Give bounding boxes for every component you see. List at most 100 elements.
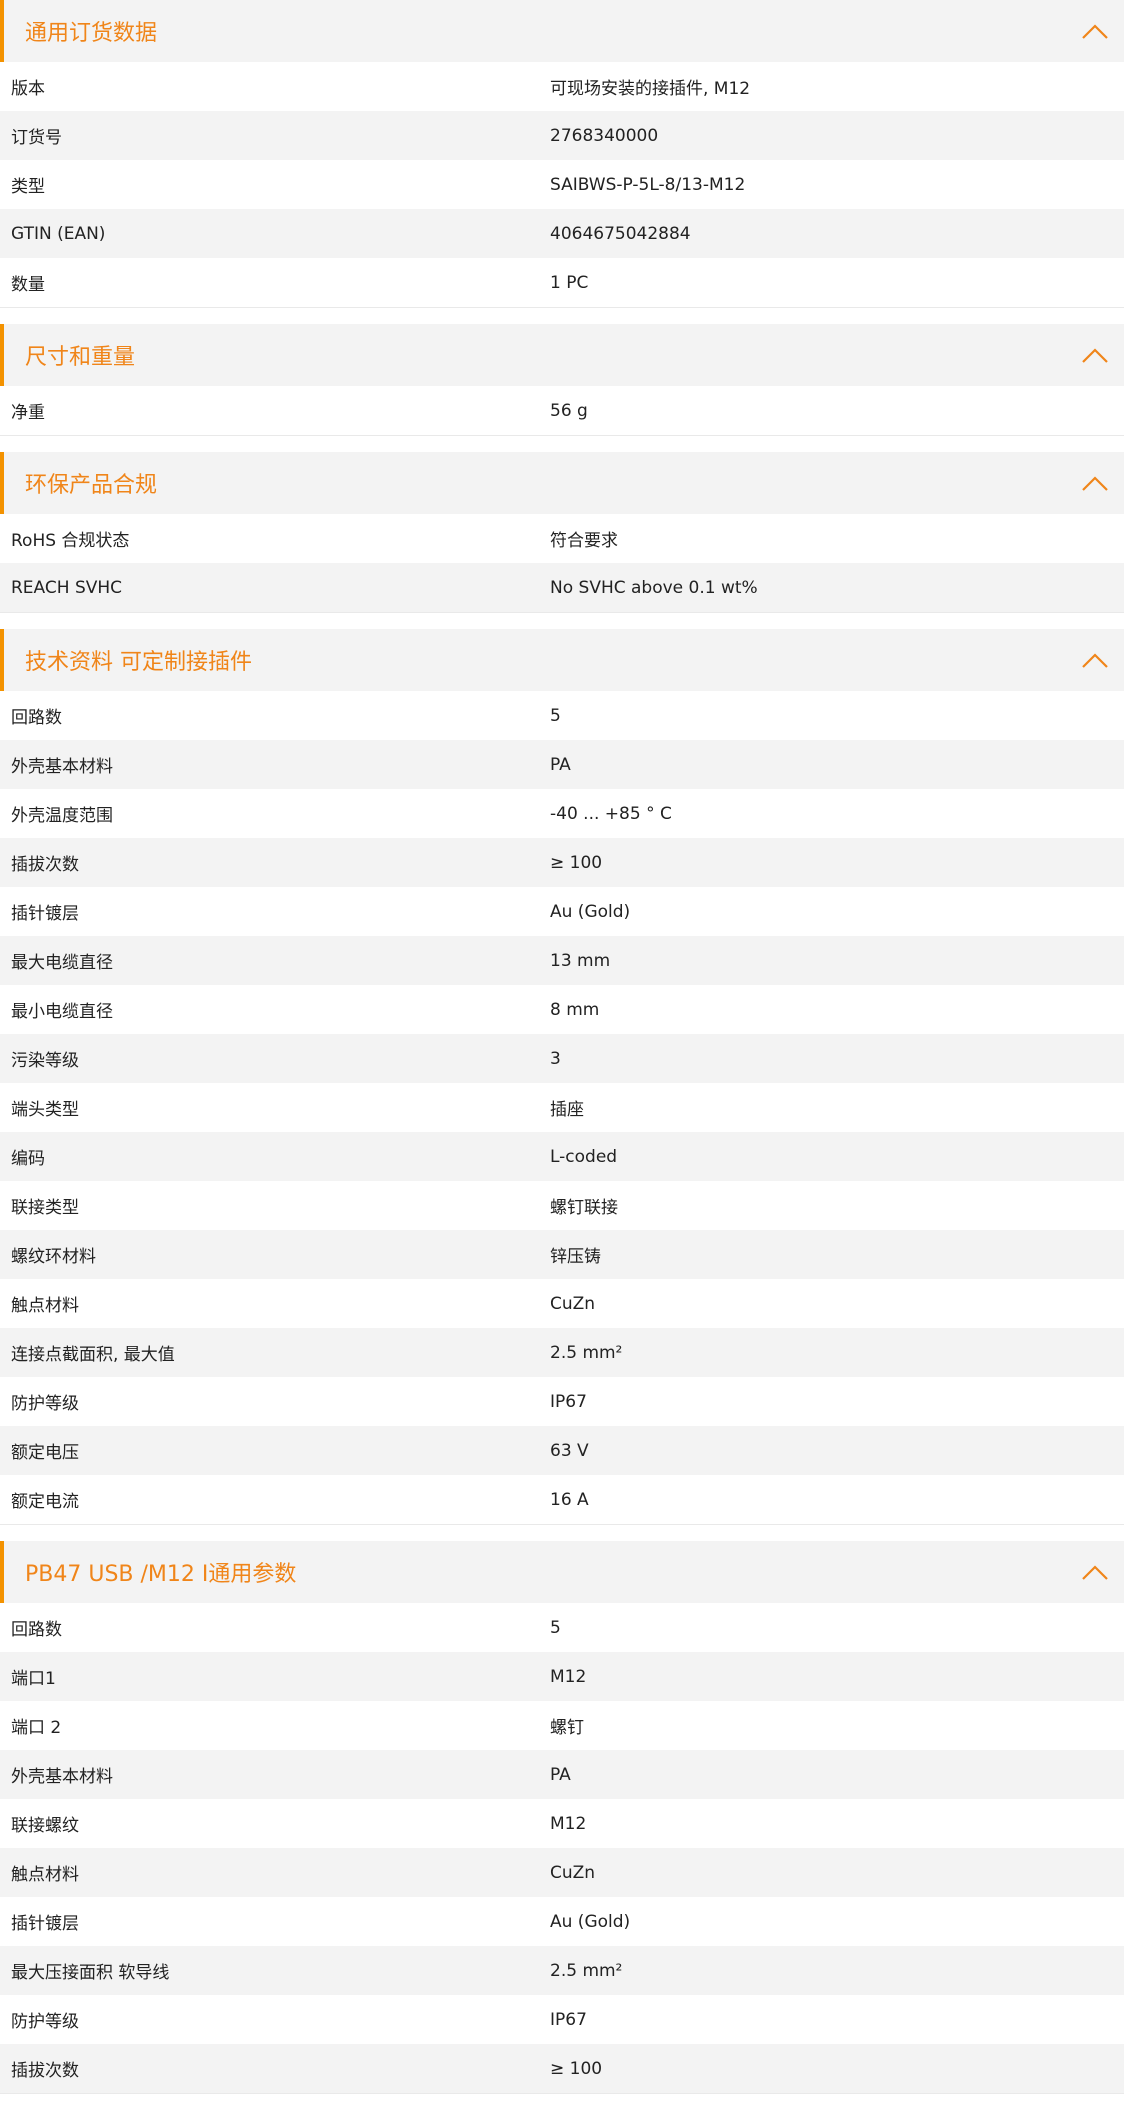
spec-label: 回路数: [11, 708, 62, 728]
spec-value: 5: [550, 705, 561, 726]
spec-value: ≥ 100: [550, 852, 603, 873]
section-title: 尺寸和重量: [25, 345, 136, 370]
spec-value: 可现场安装的接插件, M12: [550, 79, 751, 99]
spec-table: 净重 56 g: [0, 386, 1124, 436]
spec-row: 最大压接面积 软导线 2.5 mm²: [0, 1946, 1124, 1995]
section-title: 环保产品合规: [25, 473, 158, 498]
spec-label: 额定电压: [11, 1443, 79, 1463]
spec-row: 外壳基本材料 PA: [0, 740, 1124, 789]
spec-row: 插针镀层 Au (Gold): [0, 1897, 1124, 1946]
spec-row: 端口 2 螺钉: [0, 1701, 1124, 1750]
section-header-toggle[interactable]: PB47 USB /M12 I通用参数: [0, 1541, 1124, 1603]
spec-value: IP67: [550, 1391, 587, 1412]
section-header-toggle[interactable]: 尺寸和重量: [0, 324, 1124, 386]
section-title: PB47 USB /M12 I通用参数: [25, 1562, 297, 1587]
spec-value: Au (Gold): [550, 1911, 631, 1932]
spec-row: GTIN (EAN) 4064675042884: [0, 209, 1124, 258]
section-header-toggle[interactable]: 环保产品合规: [0, 452, 1124, 514]
spec-row: 回路数 5: [0, 691, 1124, 740]
spec-value: L-coded: [550, 1146, 618, 1167]
spec-row: 类型 SAIBWS-P-5L-8/13-M12: [0, 160, 1124, 209]
spec-label: 螺纹环材料: [11, 1247, 96, 1267]
spec-label: 净重: [11, 403, 45, 423]
spec-label: 外壳基本材料: [11, 757, 113, 777]
spec-row: 污染等级 3: [0, 1034, 1124, 1083]
spec-label: 联接螺纹: [11, 1816, 79, 1836]
spec-value: 13 mm: [550, 950, 611, 971]
spec-label: 端口1: [11, 1669, 56, 1689]
spec-value: 8 mm: [550, 999, 600, 1020]
spec-row: 插针镀层 Au (Gold): [0, 887, 1124, 936]
spec-section: 技术资料 可定制接插件回路数 5 外壳基本材料 PA 外壳温度范围 -40 ... +85…: [0, 629, 1124, 1525]
spec-value: 2.5 mm²: [550, 1960, 623, 1981]
spec-label: RoHS 合规状态: [11, 531, 130, 551]
spec-row: 编码 L-coded: [0, 1132, 1124, 1181]
spec-table: 版本 可现场安装的接插件, M12 订货号 2768340000 类型 SAIBWS-P-…: [0, 62, 1124, 308]
spec-row: 额定电流 16 A: [0, 1475, 1124, 1524]
spec-label: 插针镀层: [11, 904, 79, 924]
chevron-up-icon[interactable]: [1080, 16, 1110, 46]
spec-row: 插拔次数 ≥ 100: [0, 2044, 1124, 2093]
spec-value: 56 g: [550, 400, 588, 421]
spec-value: CuZn: [550, 1293, 596, 1314]
spec-value: PA: [550, 754, 571, 775]
spec-section: 尺寸和重量净重 56 g: [0, 324, 1124, 436]
spec-section: 通用订货数据 版本 可现场安装的接插件, M12 订货号 2768340000 类型 SAI…: [0, 0, 1124, 308]
spec-label: 插拔次数: [11, 855, 79, 875]
spec-label: 最小电缆直径: [11, 1002, 113, 1022]
spec-table: 回路数 5 外壳基本材料 PA 外壳温度范围 -40 ... +85 ° C 插拔次数 ≥ 1…: [0, 691, 1124, 1525]
spec-row: 连接点截面积, 最大值 2.5 mm²: [0, 1328, 1124, 1377]
spec-section: PB47 USB /M12 I通用参数回路数 5 端口1 M12 端口 2 螺钉外壳基本材…: [0, 1541, 1124, 2094]
spec-table: 回路数 5 端口1 M12 端口 2 螺钉 外壳基本材料 PA 联接螺纹 M12 触点材料 CuZn 插…: [0, 1603, 1124, 2094]
spec-row: 插拔次数 ≥ 100: [0, 838, 1124, 887]
spec-label: 联接类型: [11, 1198, 79, 1218]
spec-label: 端口 2: [11, 1718, 62, 1738]
spec-label: 最大电缆直径: [11, 953, 113, 973]
spec-label: 触点材料: [11, 1865, 79, 1885]
spec-label: 插拔次数: [11, 2061, 79, 2081]
spec-row: 外壳温度范围 -40 ... +85 ° C: [0, 789, 1124, 838]
spec-value: ≥ 100: [550, 2058, 603, 2079]
spec-row: 触点材料 CuZn: [0, 1848, 1124, 1897]
spec-value: M12: [550, 1666, 587, 1687]
spec-row: 端头类型 插座: [0, 1083, 1124, 1132]
spec-label: 防护等级: [11, 2012, 79, 2032]
spec-row: 触点材料 CuZn: [0, 1279, 1124, 1328]
chevron-up-icon[interactable]: [1080, 468, 1110, 498]
spec-value: 锌压铸: [550, 1247, 601, 1267]
spec-label: 端头类型: [11, 1100, 79, 1120]
chevron-up-icon[interactable]: [1080, 645, 1110, 675]
spec-label: 外壳基本材料: [11, 1767, 113, 1787]
spec-label: 数量: [11, 275, 45, 295]
spec-row: REACH SVHC No SVHC above 0.1 wt%: [0, 563, 1124, 612]
spec-row: 端口1 M12: [0, 1652, 1124, 1701]
chevron-up-icon[interactable]: [1080, 340, 1110, 370]
spec-table: RoHS 合规状态 符合要求 REACH SVHC No SVHC above 0.1…: [0, 514, 1124, 613]
spec-value: 16 A: [550, 1489, 589, 1510]
spec-row: RoHS 合规状态 符合要求: [0, 514, 1124, 563]
spec-label: 类型: [11, 177, 45, 197]
spec-value: 3: [550, 1048, 561, 1069]
spec-value: Au (Gold): [550, 901, 631, 922]
spec-value: IP67: [550, 2009, 587, 2030]
spec-value: 1 PC: [550, 272, 589, 293]
spec-value: -40 ... +85 ° C: [550, 803, 672, 824]
spec-value: 插座: [550, 1100, 584, 1120]
spec-value: 5: [550, 1617, 561, 1638]
spec-label: 最大压接面积 软导线: [11, 1963, 170, 1983]
spec-label: 回路数: [11, 1620, 62, 1640]
spec-row: 订货号 2768340000: [0, 111, 1124, 160]
section-title: 技术资料 可定制接插件: [25, 650, 252, 675]
section-header-toggle[interactable]: 技术资料 可定制接插件: [0, 629, 1124, 691]
spec-value: 2768340000: [550, 125, 659, 146]
spec-label: 订货号: [11, 128, 62, 148]
spec-value: SAIBWS-P-5L-8/13-M12: [550, 174, 746, 195]
spec-row: 联接螺纹 M12: [0, 1799, 1124, 1848]
spec-label: 连接点截面积, 最大值: [11, 1345, 175, 1365]
section-header-toggle[interactable]: 通用订货数据: [0, 0, 1124, 62]
spec-row: 回路数 5: [0, 1603, 1124, 1652]
chevron-up-icon[interactable]: [1080, 1557, 1110, 1587]
spec-row: 防护等级 IP67: [0, 1377, 1124, 1426]
spec-label: 插针镀层: [11, 1914, 79, 1934]
spec-value: 符合要求: [550, 531, 618, 551]
